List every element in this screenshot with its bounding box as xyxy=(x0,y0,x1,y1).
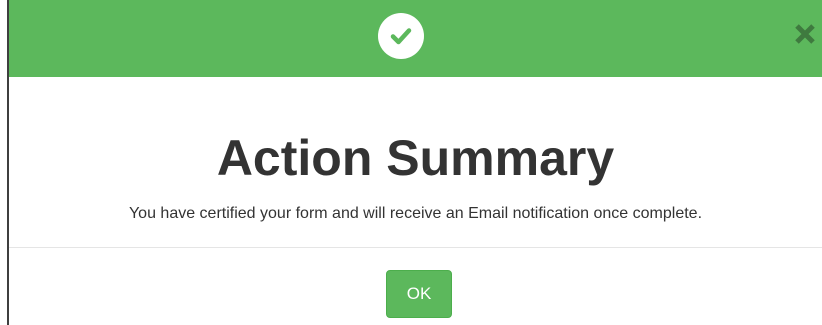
ok-button[interactable]: OK xyxy=(386,270,452,318)
check-circle-icon xyxy=(378,13,424,59)
close-icon xyxy=(794,23,816,50)
close-button[interactable] xyxy=(788,14,822,58)
dialog-message: You have certified your form and will re… xyxy=(128,205,703,222)
action-summary-dialog: Action Summary You have certified your f… xyxy=(7,0,822,325)
dialog-title: Action Summary xyxy=(216,130,615,186)
dialog-header xyxy=(9,0,822,77)
footer-divider xyxy=(9,247,822,248)
